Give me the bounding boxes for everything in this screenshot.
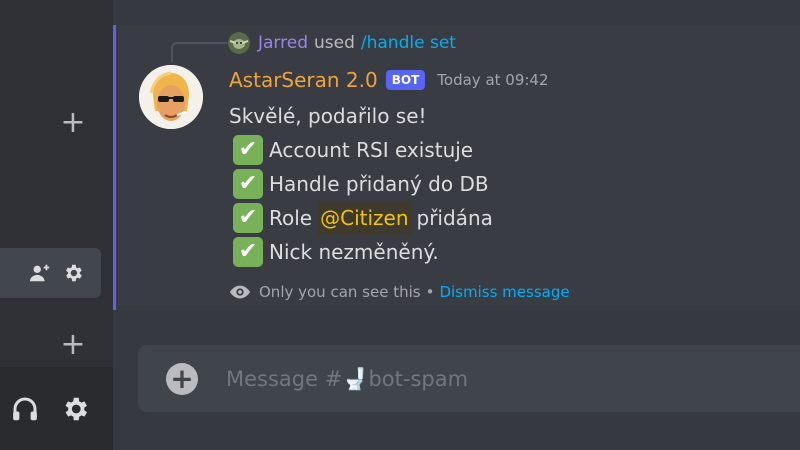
line-text: Account RSI existuje xyxy=(269,138,474,162)
replied-user-avatar[interactable] xyxy=(228,32,250,54)
slash-command[interactable]: /handle set xyxy=(361,33,456,53)
user-settings-icon[interactable] xyxy=(60,394,90,424)
user-panel xyxy=(0,367,113,450)
message-header: AstarSeran 2.0 BOT Today at 09:42 xyxy=(229,65,549,95)
avatar[interactable] xyxy=(139,65,203,129)
line-text: přidána xyxy=(416,206,493,230)
separator-dot: • xyxy=(425,283,435,301)
check-mark-icon: ✔ xyxy=(233,135,263,165)
channel-settings-icon[interactable] xyxy=(62,262,84,284)
message-line: ✔ Nick nezměněný. xyxy=(229,235,493,269)
selected-channel-row[interactable] xyxy=(0,248,101,298)
bot-badge: BOT xyxy=(385,70,426,90)
message-content: Skvělé, podařilo se! ✔ Account RSI exist… xyxy=(229,99,493,269)
line-text: Nick nezměněný. xyxy=(269,240,439,264)
line-text: Skvělé, podařilo se! xyxy=(229,104,427,128)
add-member-icon[interactable] xyxy=(29,262,51,284)
reply-used-text: used xyxy=(314,33,355,53)
line-text: Role xyxy=(269,206,313,230)
message-input[interactable] xyxy=(226,345,766,412)
reply-connector xyxy=(171,42,227,62)
check-mark-icon: ✔ xyxy=(233,203,263,233)
message-composer: + xyxy=(138,345,800,412)
reply-context[interactable]: Jarred used /handle set xyxy=(228,31,456,55)
author-name[interactable]: AstarSeran 2.0 xyxy=(229,68,378,92)
add-channel-icon-2[interactable]: + xyxy=(60,330,86,360)
message-timestamp[interactable]: Today at 09:42 xyxy=(437,71,548,89)
check-mark-icon: ✔ xyxy=(233,237,263,267)
channel-sidebar: + + xyxy=(0,0,113,450)
ephemeral-notice: Only you can see this • Dismiss message xyxy=(229,281,570,303)
add-channel-icon[interactable]: + xyxy=(60,108,86,138)
message-line: ✔ Role @Citizen přidána xyxy=(229,201,493,235)
replied-username[interactable]: Jarred xyxy=(258,33,308,53)
message-line: Skvělé, podařilo se! xyxy=(229,99,493,133)
ephemeral-text: Only you can see this xyxy=(259,283,421,301)
headphones-icon[interactable] xyxy=(10,394,40,424)
role-mention[interactable]: @Citizen xyxy=(317,201,412,235)
dismiss-message-link[interactable]: Dismiss message xyxy=(439,283,569,301)
check-mark-icon: ✔ xyxy=(233,169,263,199)
message-line: ✔ Account RSI existuje xyxy=(229,133,493,167)
message-line: ✔ Handle přidaný do DB xyxy=(229,167,493,201)
add-attachment-icon[interactable]: + xyxy=(166,363,198,395)
line-text: Handle přidaný do DB xyxy=(269,172,489,196)
eye-icon xyxy=(229,281,251,303)
ephemeral-message: Jarred used /handle set AstarSeran 2.0 B… xyxy=(113,25,800,310)
